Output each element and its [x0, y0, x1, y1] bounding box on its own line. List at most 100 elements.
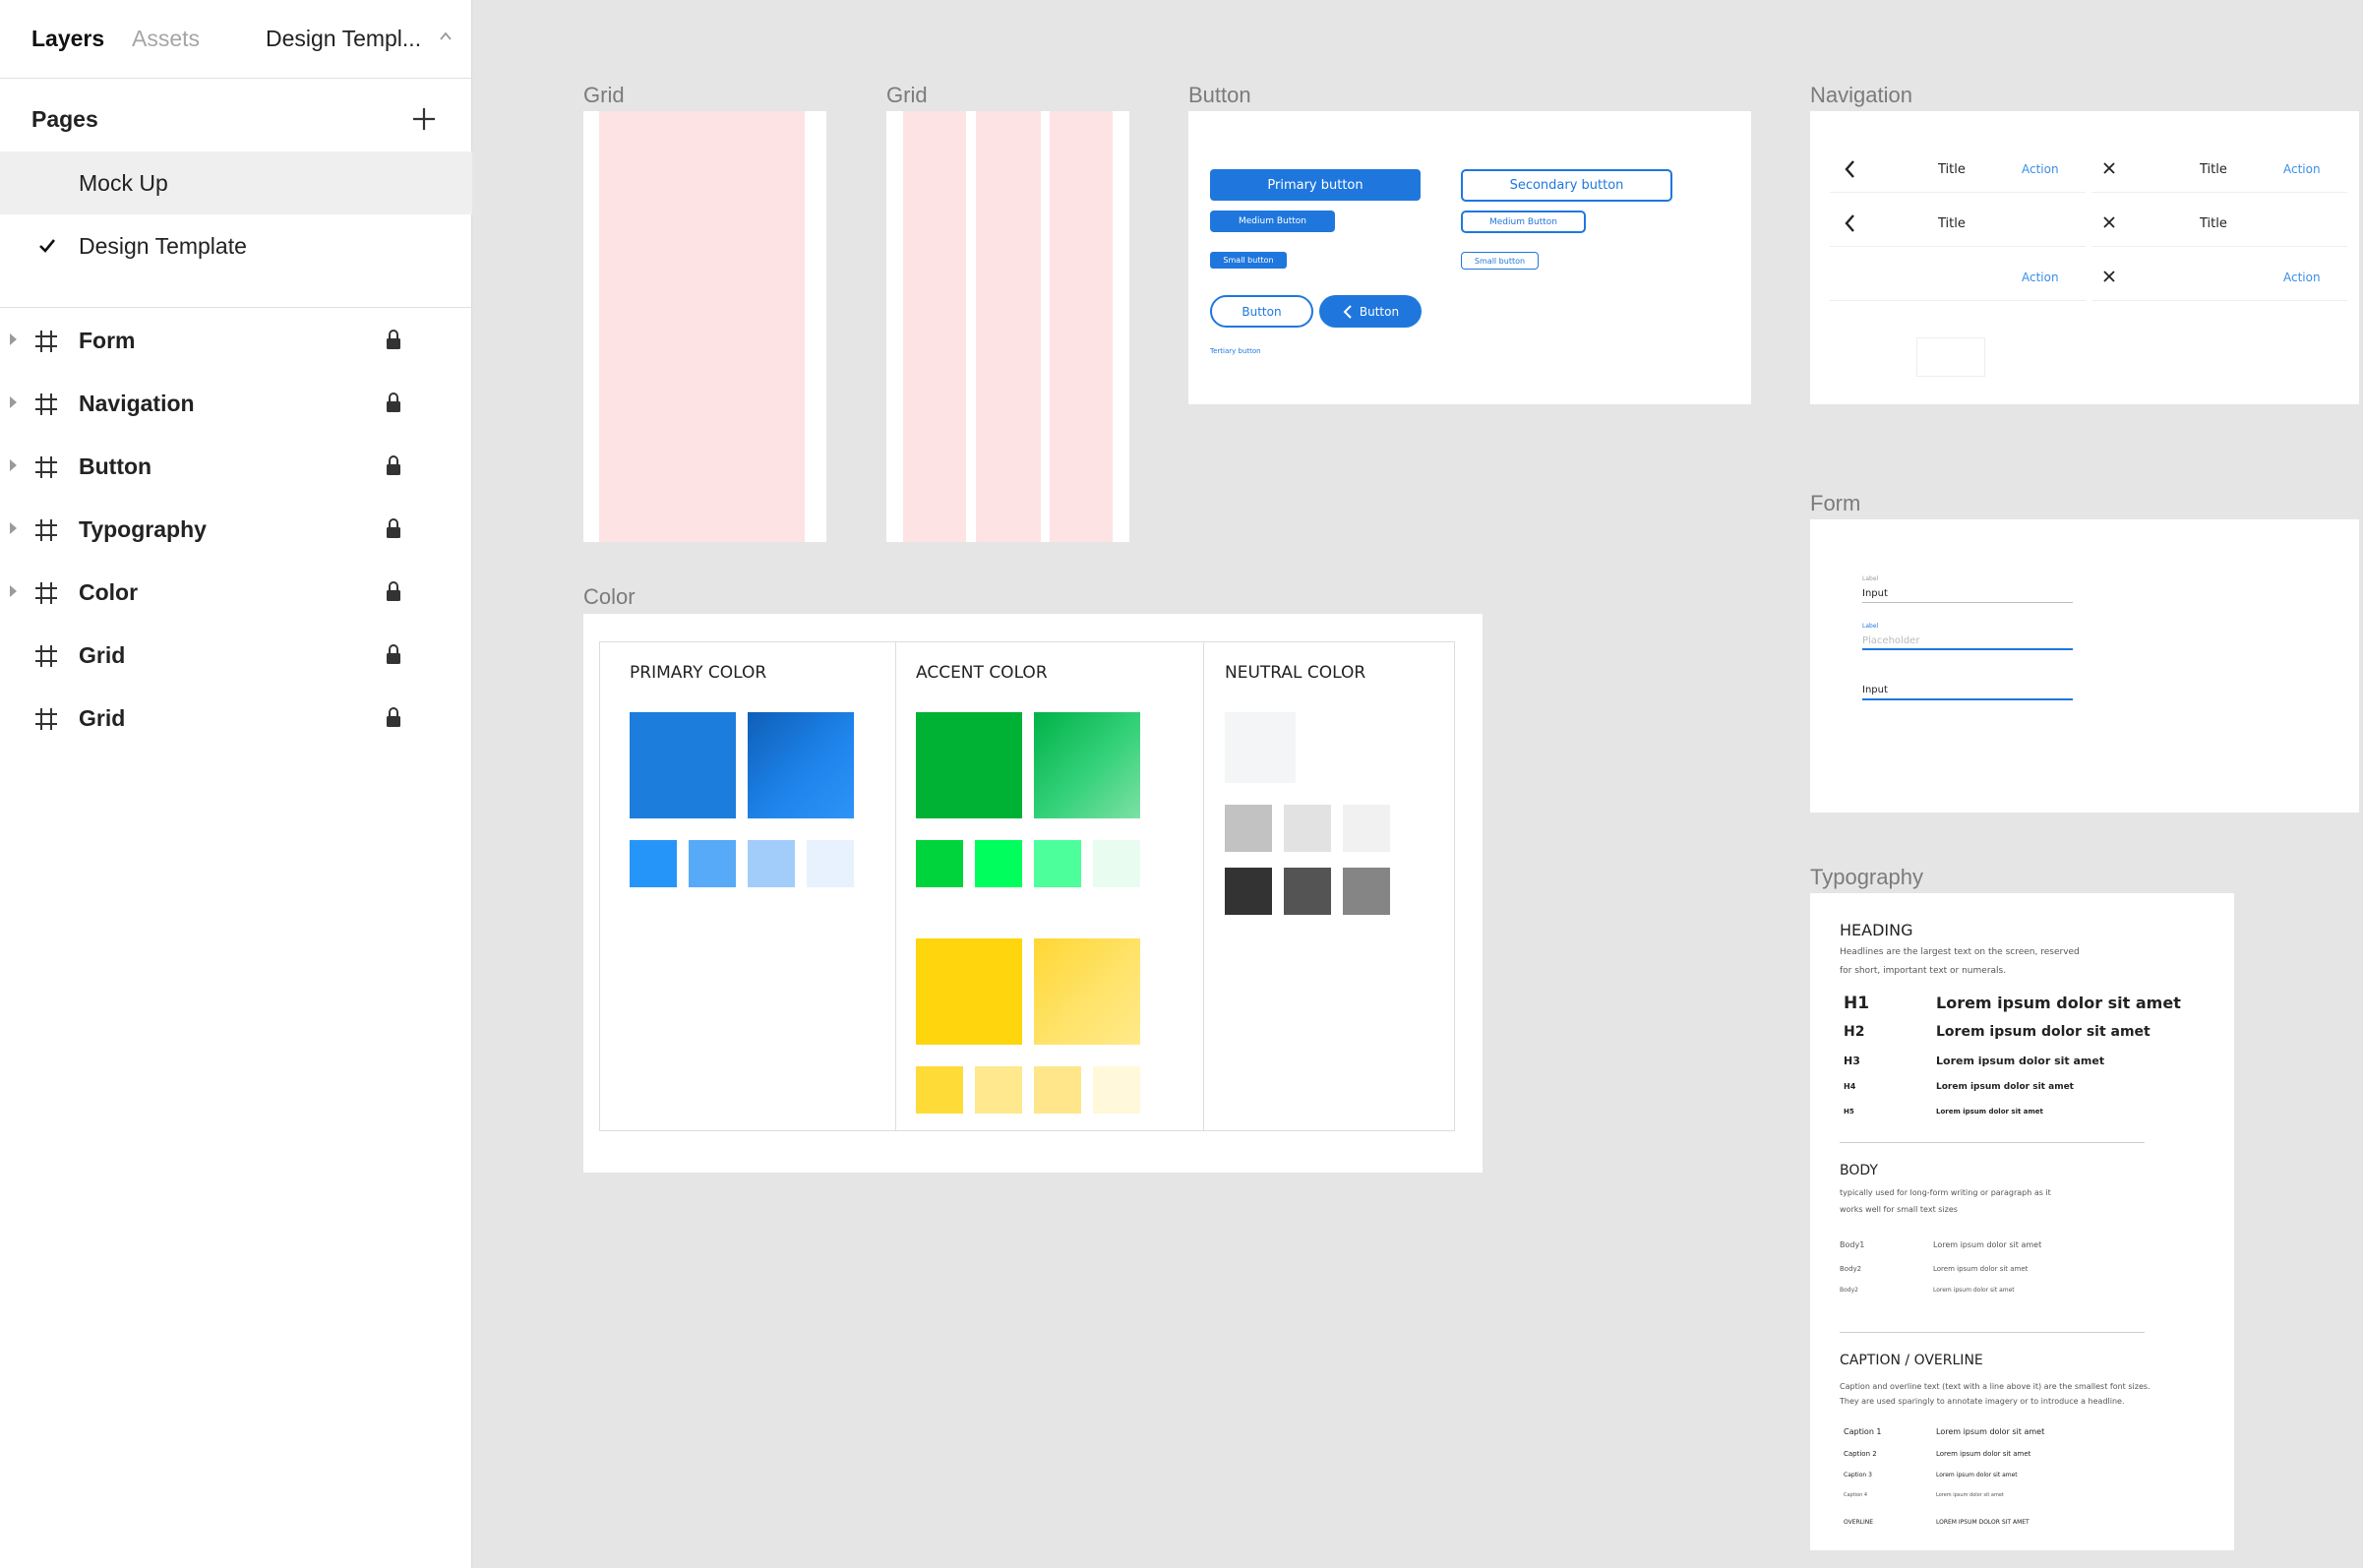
button-frame[interactable]: Primary button Secondary button Medium B… [1188, 111, 1751, 404]
nav-action[interactable]: Action [2283, 271, 2321, 284]
layer-button[interactable]: Button [0, 435, 472, 498]
secondary-button[interactable]: Secondary button [1461, 169, 1672, 202]
nav-action[interactable]: Action [2283, 162, 2321, 176]
lock-icon[interactable] [386, 706, 401, 728]
color-swatch[interactable] [916, 938, 1022, 1045]
layer-navigation[interactable]: Navigation [0, 372, 472, 435]
color-frame[interactable]: PRIMARY COLOR ACCENT COLOR NEUTRAL COLOR [583, 614, 1483, 1173]
chevron-left-icon [1343, 304, 1352, 319]
grid-frame-2[interactable] [886, 111, 1129, 542]
color-swatch[interactable] [1225, 712, 1296, 783]
tab-assets[interactable]: Assets [132, 26, 200, 52]
primary-color-title: PRIMARY COLOR [630, 663, 767, 683]
back-chevron-icon[interactable] [1844, 160, 1855, 178]
color-swatch[interactable] [1284, 868, 1331, 915]
frame-label-navigation[interactable]: Navigation [1810, 83, 1912, 108]
type-sample: Lorem ipsum dolor sit amet [1933, 1287, 2015, 1294]
lock-icon[interactable] [386, 517, 401, 539]
icon-round-button[interactable]: Button [1319, 295, 1422, 328]
layer-grid[interactable]: Grid [0, 624, 472, 687]
layers-panel: Layers Assets Design Templ... Pages Mock… [0, 0, 472, 1568]
tab-layers[interactable]: Layers [31, 26, 104, 52]
expand-caret-icon[interactable] [10, 333, 17, 345]
frame-label-button[interactable]: Button [1188, 83, 1251, 108]
lock-icon[interactable] [386, 580, 401, 602]
color-swatch[interactable] [1034, 840, 1081, 887]
frame-label-grid[interactable]: Grid [886, 83, 928, 108]
lock-icon[interactable] [386, 329, 401, 350]
medium-primary-button[interactable]: Medium Button [1210, 211, 1335, 232]
layer-color[interactable]: Color [0, 561, 472, 624]
navigation-frame[interactable]: Title Action Title Action Title Action T… [1810, 111, 2359, 404]
color-swatch[interactable] [1093, 1066, 1140, 1114]
input-field-1[interactable]: Input [1862, 588, 1888, 599]
frame-label-typography[interactable]: Typography [1810, 865, 1923, 890]
color-swatch[interactable] [1034, 1066, 1081, 1114]
small-primary-button[interactable]: Small button [1210, 252, 1287, 269]
input-field-2[interactable]: Placeholder [1862, 635, 1919, 646]
color-swatch[interactable] [916, 840, 963, 887]
color-swatch[interactable] [630, 840, 677, 887]
grid-frame-1[interactable] [583, 111, 826, 542]
type-sample: Lorem ipsum dolor sit amet [1933, 1265, 2029, 1273]
color-swatch[interactable] [1034, 938, 1140, 1045]
close-icon[interactable] [2103, 162, 2115, 174]
color-swatch[interactable] [916, 1066, 963, 1114]
color-swatch[interactable] [1284, 805, 1331, 852]
outline-round-button[interactable]: Button [1210, 295, 1313, 328]
nav-action[interactable]: Action [2022, 271, 2059, 284]
color-swatch[interactable] [748, 712, 854, 818]
field-label: Label [1862, 575, 1879, 582]
color-swatch[interactable] [975, 840, 1022, 887]
expand-caret-icon[interactable] [10, 396, 17, 408]
chevron-up-icon[interactable] [439, 30, 453, 43]
lock-icon[interactable] [386, 392, 401, 413]
color-swatch[interactable] [807, 840, 854, 887]
expand-caret-icon[interactable] [10, 522, 17, 534]
color-swatch[interactable] [689, 840, 736, 887]
type-sample: Lorem ipsum dolor sit amet [1936, 1055, 2105, 1067]
divider [0, 307, 472, 308]
color-swatch[interactable] [1225, 805, 1272, 852]
frame-hash-icon [35, 645, 57, 667]
add-page-icon[interactable] [411, 106, 437, 132]
expand-caret-icon[interactable] [10, 585, 17, 597]
form-frame[interactable]: Label Input Label Placeholder Input [1810, 519, 2359, 813]
expand-caret-icon[interactable] [10, 459, 17, 471]
frame-label-grid[interactable]: Grid [583, 83, 625, 108]
frame-hash-icon [35, 519, 57, 541]
input-field-3[interactable]: Input [1862, 685, 1888, 695]
close-icon[interactable] [2103, 271, 2115, 282]
color-swatch[interactable] [1225, 868, 1272, 915]
type-sample: Lorem ipsum dolor sit amet [1933, 1240, 2042, 1249]
nav-action[interactable]: Action [2022, 162, 2059, 176]
back-chevron-icon[interactable] [1844, 214, 1855, 232]
frame-label-color[interactable]: Color [583, 584, 636, 610]
divider [2091, 192, 2347, 193]
close-icon[interactable] [2103, 216, 2115, 228]
small-secondary-button[interactable]: Small button [1461, 252, 1539, 270]
color-swatch[interactable] [975, 1066, 1022, 1114]
typography-frame[interactable]: HEADING Headlines are the largest text o… [1810, 893, 2234, 1550]
color-swatch[interactable] [916, 712, 1022, 818]
layer-label: Typography [79, 516, 207, 542]
frame-label-form[interactable]: Form [1810, 491, 1860, 516]
tertiary-button[interactable]: Tertiary button [1210, 347, 1261, 355]
color-swatch[interactable] [1093, 840, 1140, 887]
layer-typography[interactable]: Typography [0, 498, 472, 561]
page-item-mock-up[interactable]: Mock Up [0, 151, 472, 214]
color-swatch[interactable] [748, 840, 795, 887]
lock-icon[interactable] [386, 643, 401, 665]
layer-form[interactable]: Form [0, 309, 472, 372]
layer-grid-2[interactable]: Grid [0, 687, 472, 750]
placeholder-box [1916, 337, 1985, 377]
lock-icon[interactable] [386, 454, 401, 476]
color-swatch[interactable] [1343, 868, 1390, 915]
page-selector[interactable]: Design Templ... [266, 26, 421, 52]
page-item-design-template[interactable]: Design Template [0, 214, 472, 277]
color-swatch[interactable] [1034, 712, 1140, 818]
primary-button[interactable]: Primary button [1210, 169, 1421, 201]
medium-secondary-button[interactable]: Medium Button [1461, 211, 1586, 233]
color-swatch[interactable] [1343, 805, 1390, 852]
color-swatch[interactable] [630, 712, 736, 818]
